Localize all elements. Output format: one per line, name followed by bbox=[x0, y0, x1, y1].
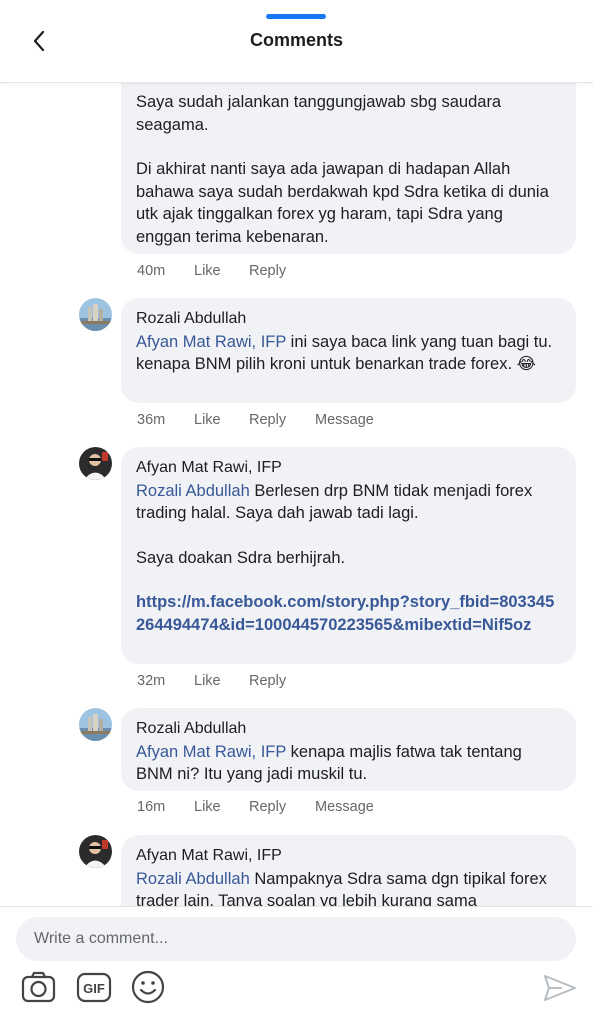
comment-actions: 16m Like Reply Message bbox=[137, 799, 374, 819]
comment-author[interactable]: Rozali Abdullah bbox=[136, 308, 561, 331]
message-button[interactable]: Message bbox=[315, 799, 374, 819]
comment-time: 40m bbox=[137, 263, 166, 279]
emoji-icon bbox=[131, 970, 165, 1004]
comment-time: 36m bbox=[137, 412, 166, 428]
reply-button[interactable]: Reply bbox=[249, 263, 315, 283]
send-button[interactable] bbox=[540, 968, 580, 1008]
camera-icon bbox=[21, 971, 56, 1003]
reply-button[interactable]: Reply bbox=[249, 799, 315, 819]
comments-feed[interactable]: Saya sudah jalankan tanggungjawab sbg sa… bbox=[0, 0, 593, 906]
comment-author[interactable]: Afyan Mat Rawi, IFP bbox=[136, 457, 561, 480]
comment-time: 16m bbox=[137, 799, 166, 815]
gif-icon: GIF bbox=[76, 972, 112, 1003]
comment-actions: 32m Like Reply bbox=[137, 673, 315, 693]
comment-bubble[interactable]: Saya sudah jalankan tanggungjawab sbg sa… bbox=[121, 64, 576, 254]
camera-button[interactable] bbox=[20, 968, 58, 1006]
reply-button[interactable]: Reply bbox=[249, 673, 315, 693]
header: Comments bbox=[0, 0, 593, 83]
comment-composer: Write a comment... bbox=[0, 906, 593, 1025]
comment-text: Saya sudah jalankan tanggungjawab sbg sa… bbox=[136, 93, 502, 134]
emoji-button[interactable] bbox=[129, 968, 167, 1006]
reply-button[interactable]: Reply bbox=[249, 412, 315, 432]
mention-link[interactable]: Afyan Mat Rawi, IFP bbox=[136, 333, 286, 351]
mention-link[interactable]: Rozali Abdullah bbox=[136, 482, 250, 500]
like-button[interactable]: Like bbox=[194, 799, 249, 819]
mention-link[interactable]: Afyan Mat Rawi, IFP bbox=[136, 743, 286, 761]
comment-bubble[interactable]: Rozali Abdullah Afyan Mat Rawi, IFP kena… bbox=[121, 708, 576, 791]
gif-button[interactable]: GIF bbox=[75, 968, 113, 1006]
avatar[interactable] bbox=[79, 708, 112, 741]
comment-author[interactable]: Rozali Abdullah bbox=[136, 718, 561, 741]
comment-bubble[interactable]: Afyan Mat Rawi, IFP Rozali Abdullah Namp… bbox=[121, 835, 576, 906]
comment-text: Di akhirat nanti saya ada jawapan di had… bbox=[136, 160, 549, 246]
avatar[interactable] bbox=[79, 835, 112, 868]
comment-actions: 36m Like Reply Message bbox=[137, 412, 374, 432]
comment-text: Saya doakan Sdra berhijrah. bbox=[136, 548, 346, 567]
like-button[interactable]: Like bbox=[194, 673, 249, 693]
like-button[interactable]: Like bbox=[194, 263, 249, 283]
comment-actions: 40m Like Reply bbox=[137, 263, 315, 283]
mention-link[interactable]: Rozali Abdullah bbox=[136, 870, 250, 888]
send-icon bbox=[544, 975, 576, 1001]
comment-input[interactable]: Write a comment... bbox=[16, 917, 576, 961]
page-title: Comments bbox=[249, 30, 343, 50]
svg-text:GIF: GIF bbox=[83, 981, 105, 996]
comment-bubble[interactable]: Afyan Mat Rawi, IFP Rozali Abdullah Berl… bbox=[121, 447, 576, 664]
message-button[interactable]: Message bbox=[315, 412, 374, 432]
drag-handle[interactable] bbox=[266, 14, 326, 19]
avatar[interactable] bbox=[79, 298, 112, 331]
like-button[interactable]: Like bbox=[194, 412, 249, 432]
avatar[interactable] bbox=[79, 447, 112, 480]
comment-author[interactable]: Afyan Mat Rawi, IFP bbox=[136, 845, 561, 868]
shared-link[interactable]: https://m.facebook.com/story.php?story_f… bbox=[136, 591, 561, 636]
comment-time: 32m bbox=[137, 673, 166, 689]
comment-bubble[interactable]: Rozali Abdullah Afyan Mat Rawi, IFP ini … bbox=[121, 298, 576, 403]
